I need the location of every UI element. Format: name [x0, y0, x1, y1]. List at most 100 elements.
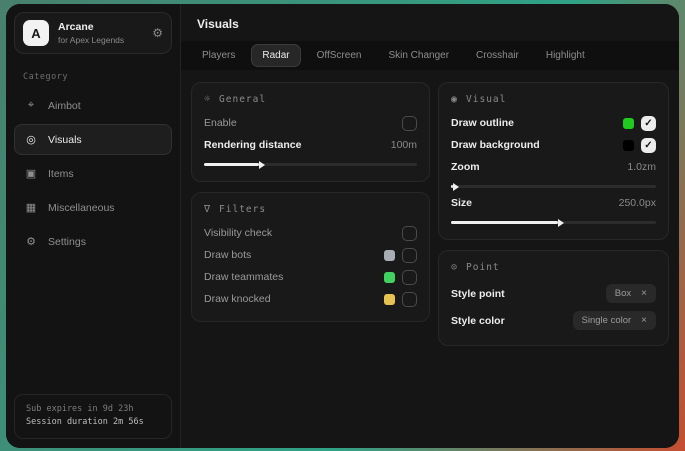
sidebar-item-miscellaneous[interactable]: ▦ Miscellaneous	[14, 192, 172, 223]
style-color-label: Style color	[451, 315, 505, 327]
miscellaneous-icon: ▦	[24, 201, 38, 214]
zoom-value: 1.0zm	[627, 161, 656, 173]
eye-icon: ◉	[451, 94, 458, 105]
general-card-header: ☼ General	[204, 94, 417, 105]
sidebar-item-label: Miscellaneous	[48, 202, 115, 214]
visuals-icon: ◎	[24, 133, 38, 146]
slider-thumb[interactable]	[259, 161, 265, 169]
draw-knocked-checkbox[interactable]	[402, 292, 417, 307]
app-header-card: A Arcane for Apex Legends ⚙	[14, 12, 172, 54]
style-color-select[interactable]: Single color ×	[573, 311, 656, 330]
style-point-label: Style point	[451, 288, 505, 300]
sidebar-item-label: Items	[48, 168, 74, 180]
rendering-distance-slider[interactable]	[204, 163, 417, 166]
subscription-info-card: Sub expires in 9d 23h Session duration 2…	[14, 394, 172, 439]
size-row: Size 250.0px	[451, 192, 656, 214]
right-column: ◉ Visual Draw outline ✓ Draw background	[438, 82, 669, 346]
session-duration-text: Session duration 2m 56s	[26, 416, 160, 430]
aimbot-icon: ⌖	[24, 99, 38, 112]
size-label: Size	[451, 197, 472, 209]
general-card-title: General	[219, 94, 266, 105]
visual-card: ◉ Visual Draw outline ✓ Draw background	[438, 82, 669, 240]
settings-gear-icon[interactable]: ⚙	[152, 26, 163, 40]
tab-skin-changer[interactable]: Skin Changer	[377, 44, 460, 67]
point-card-title: Point	[466, 262, 500, 273]
draw-bots-row: Draw bots	[204, 244, 417, 266]
draw-bots-color-swatch[interactable]	[384, 250, 395, 261]
draw-outline-label: Draw outline	[451, 117, 514, 129]
app-header-text: Arcane for Apex Legends	[58, 21, 124, 45]
enable-row: Enable	[204, 112, 417, 134]
enable-checkbox[interactable]	[402, 116, 417, 131]
draw-knocked-row: Draw knocked	[204, 288, 417, 310]
zoom-label: Zoom	[451, 161, 480, 173]
visibility-check-label: Visibility check	[204, 227, 272, 239]
visual-card-title: Visual	[466, 94, 506, 105]
sidebar-item-visuals[interactable]: ◎ Visuals	[14, 124, 172, 155]
filters-card-header: ∇ Filters	[204, 204, 417, 215]
filters-card: ∇ Filters Visibility check Draw bots	[191, 192, 430, 322]
rendering-distance-value: 100m	[391, 139, 417, 151]
draw-background-row: Draw background ✓	[451, 134, 656, 156]
rendering-distance-label: Rendering distance	[204, 139, 301, 151]
rendering-distance-row: Rendering distance 100m	[204, 134, 417, 156]
main-panel: Visuals Players Radar OffScreen Skin Cha…	[181, 4, 679, 448]
draw-outline-checkbox[interactable]: ✓	[641, 116, 656, 131]
sidebar-item-label: Aimbot	[48, 100, 81, 112]
app-logo: A	[23, 20, 49, 46]
visual-card-header: ◉ Visual	[451, 94, 656, 105]
style-color-value: Single color	[582, 315, 632, 326]
sub-expiry-text: Sub expires in 9d 23h	[26, 403, 160, 417]
sidebar-item-settings[interactable]: ⚙ Settings	[14, 226, 172, 257]
style-point-value: Box	[615, 288, 631, 299]
slider-fill	[451, 185, 453, 188]
draw-teammates-checkbox[interactable]	[402, 270, 417, 285]
sidebar-item-label: Visuals	[48, 134, 82, 146]
tab-offscreen[interactable]: OffScreen	[306, 44, 373, 67]
tab-crosshair[interactable]: Crosshair	[465, 44, 530, 67]
draw-outline-row: Draw outline ✓	[451, 112, 656, 134]
draw-bots-label: Draw bots	[204, 249, 251, 261]
point-icon: ⊙	[451, 262, 458, 273]
draw-teammates-color-swatch[interactable]	[384, 272, 395, 283]
page-title: Visuals	[197, 17, 679, 31]
sidebar-item-label: Settings	[48, 236, 86, 248]
slider-fill	[451, 221, 558, 224]
close-icon[interactable]: ×	[641, 288, 647, 299]
category-label: Category	[23, 72, 163, 82]
size-slider[interactable]	[451, 221, 656, 224]
slider-fill	[204, 163, 259, 166]
draw-bots-checkbox[interactable]	[402, 248, 417, 263]
slider-thumb[interactable]	[558, 219, 564, 227]
desktop-background: A Arcane for Apex Legends ⚙ Category ⌖ A…	[0, 0, 685, 451]
draw-background-label: Draw background	[451, 139, 540, 151]
slider-thumb[interactable]	[453, 183, 459, 191]
point-card: ⊙ Point Style point Box × Style color	[438, 250, 669, 346]
close-icon[interactable]: ×	[641, 315, 647, 326]
draw-teammates-label: Draw teammates	[204, 271, 283, 283]
visibility-check-checkbox[interactable]	[402, 226, 417, 241]
tab-players[interactable]: Players	[191, 44, 246, 67]
draw-background-checkbox[interactable]: ✓	[641, 138, 656, 153]
draw-background-color-swatch[interactable]	[623, 140, 634, 151]
style-point-row: Style point Box ×	[451, 280, 656, 307]
zoom-row: Zoom 1.0zm	[451, 156, 656, 178]
zoom-slider[interactable]	[451, 185, 656, 188]
sidebar-nav: ⌖ Aimbot ◎ Visuals ▣ Items ▦ Miscellaneo…	[14, 90, 172, 257]
tab-bar: Players Radar OffScreen Skin Changer Cro…	[181, 41, 679, 70]
draw-outline-color-swatch[interactable]	[623, 118, 634, 129]
draw-knocked-label: Draw knocked	[204, 293, 271, 305]
sidebar-item-aimbot[interactable]: ⌖ Aimbot	[14, 90, 172, 121]
sidebar-item-items[interactable]: ▣ Items	[14, 158, 172, 189]
draw-knocked-color-swatch[interactable]	[384, 294, 395, 305]
tab-radar[interactable]: Radar	[251, 44, 300, 67]
point-card-header: ⊙ Point	[451, 262, 656, 273]
filter-icon: ∇	[204, 204, 211, 215]
enable-label: Enable	[204, 117, 237, 129]
style-point-select[interactable]: Box ×	[606, 284, 656, 303]
app-title: Arcane	[58, 21, 124, 33]
draw-teammates-row: Draw teammates	[204, 266, 417, 288]
style-color-row: Style color Single color ×	[451, 307, 656, 334]
tab-highlight[interactable]: Highlight	[535, 44, 596, 67]
settings-icon: ⚙	[24, 235, 38, 248]
